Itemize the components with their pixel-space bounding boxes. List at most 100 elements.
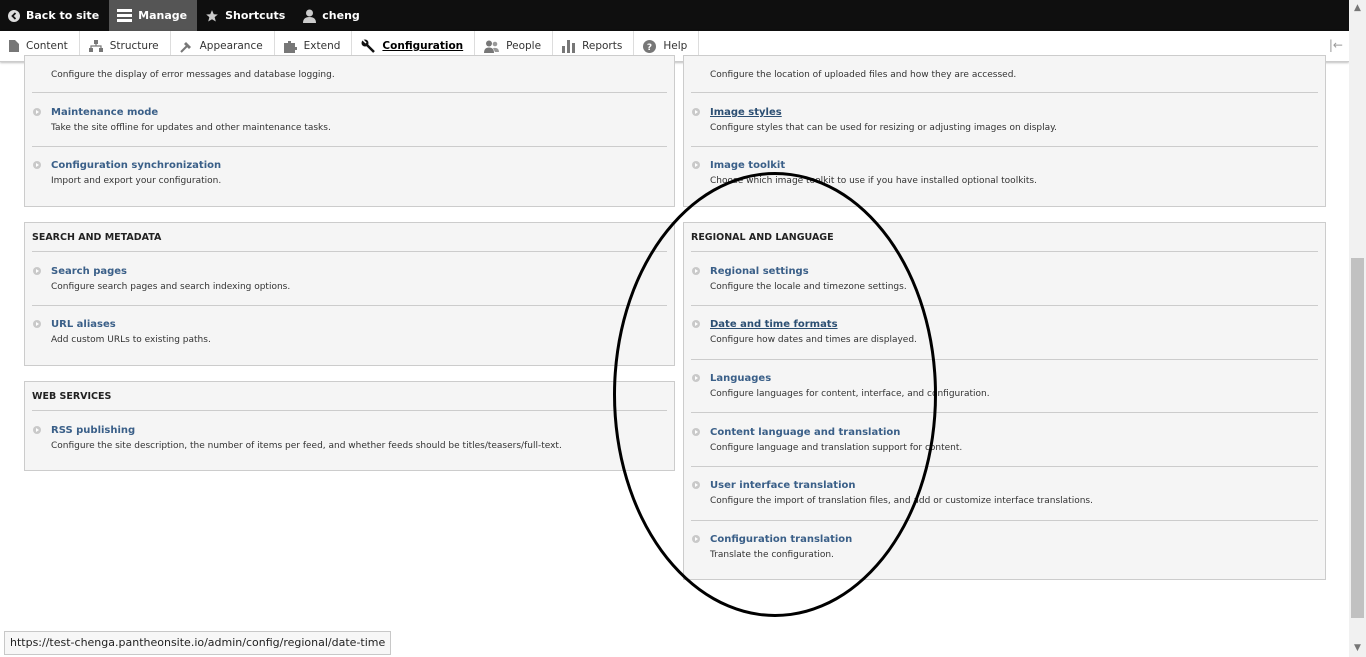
chevron-bullet-icon — [33, 320, 41, 328]
item-description: Configure search pages and search indexi… — [51, 282, 291, 292]
chevron-bullet-icon — [692, 374, 700, 382]
regional-settings-link[interactable]: Regional settings — [710, 266, 809, 277]
chevron-bullet-icon — [33, 426, 41, 434]
tray-item-label: Configuration — [382, 40, 464, 52]
shortcuts-label: Shortcuts — [225, 9, 286, 22]
panel-development: Configure the display of error messages … — [24, 55, 675, 207]
back-arrow-icon — [8, 9, 20, 22]
item-description: Import and export your configuration. — [51, 176, 222, 186]
scroll-down-arrow-icon[interactable]: ▼ — [1349, 640, 1366, 657]
people-icon — [484, 40, 500, 53]
chevron-bullet-icon — [692, 535, 700, 543]
panel-title: SEARCH AND METADATA — [32, 232, 162, 243]
item-description: Configure language and translation suppo… — [710, 443, 963, 453]
wrench-icon — [361, 39, 376, 53]
hamburger-icon — [117, 9, 133, 22]
tray-item-label: People — [506, 40, 542, 52]
item-description: Configure the display of error messages … — [51, 70, 335, 80]
chevron-bullet-icon — [692, 481, 700, 489]
user-label: cheng — [322, 9, 360, 22]
rss-publishing-link[interactable]: RSS publishing — [51, 425, 135, 436]
list-item: Content language and translation Configu… — [692, 427, 1317, 457]
extend-icon — [283, 40, 297, 53]
status-bar-url: https://test-chenga.pantheonsite.io/admi… — [4, 631, 392, 655]
panel-title: REGIONAL AND LANGUAGE — [691, 232, 834, 243]
maintenance-mode-link[interactable]: Maintenance mode — [51, 107, 158, 118]
search-pages-link[interactable]: Search pages — [51, 266, 127, 277]
list-item: RSS publishing Configure the site descri… — [33, 425, 666, 455]
reports-icon — [562, 39, 576, 53]
list-item: Date and time formats Configure how date… — [692, 319, 1317, 349]
tray-orientation-toggle-icon[interactable]: |← — [1329, 38, 1343, 52]
chevron-bullet-icon — [692, 428, 700, 436]
scroll-up-arrow-icon[interactable]: ▲ — [1349, 0, 1366, 17]
panel-web-services: WEB SERVICES RSS publishing Configure th… — [24, 381, 675, 471]
tray-item-label: Structure — [109, 40, 159, 52]
list-item: Search pages Configure search pages and … — [33, 266, 666, 296]
item-description: Choose which image toolkit to use if you… — [710, 176, 1037, 186]
chevron-bullet-icon — [692, 108, 700, 116]
configuration-synchronization-link[interactable]: Configuration synchronization — [51, 160, 221, 171]
panel-title: WEB SERVICES — [32, 391, 112, 402]
chevron-bullet-icon — [692, 161, 700, 169]
url-aliases-link[interactable]: URL aliases — [51, 319, 116, 330]
user-interface-translation-link[interactable]: User interface translation — [710, 480, 856, 491]
manage-label: Manage — [138, 9, 188, 22]
chevron-bullet-icon — [692, 320, 700, 328]
tray-item-label: Reports — [582, 40, 623, 52]
image-styles-link[interactable]: Image styles — [710, 107, 782, 118]
panel-media: Configure the location of uploaded files… — [683, 55, 1326, 207]
user-icon — [303, 9, 317, 23]
item-description: Translate the configuration. — [710, 550, 834, 560]
image-toolkit-link[interactable]: Image toolkit — [710, 160, 785, 171]
list-item: User interface translation Configure the… — [692, 480, 1317, 510]
star-icon — [206, 9, 218, 22]
item-description: Configure styles that can be used for re… — [710, 123, 1058, 133]
shortcuts-tab[interactable]: Shortcuts — [197, 0, 295, 31]
content-icon — [9, 40, 19, 52]
vertical-scrollbar[interactable]: ▲ ▼ — [1349, 0, 1366, 657]
list-item: Languages Configure languages for conten… — [692, 373, 1317, 403]
back-to-site-link[interactable]: Back to site — [0, 0, 109, 31]
help-icon: ? — [643, 39, 657, 53]
list-item: Regional settings Configure the locale a… — [692, 266, 1317, 296]
tray-item-label: Help — [663, 40, 688, 52]
user-tab[interactable]: cheng — [295, 0, 370, 31]
item-description: Configure the location of uploaded files… — [710, 70, 1017, 80]
item-description: Configure the site description, the numb… — [51, 441, 562, 451]
panel-search-metadata: SEARCH AND METADATA Search pages Configu… — [24, 222, 675, 366]
item-description: Configure languages for content, interfa… — [710, 389, 990, 399]
tray-item-label: Extend — [303, 40, 341, 52]
svg-text:?: ? — [647, 43, 652, 53]
list-item: Configure the display of error messages … — [33, 56, 666, 86]
content-language-translation-link[interactable]: Content language and translation — [710, 427, 900, 438]
item-description: Take the site offline for updates and ot… — [51, 123, 331, 133]
list-item: URL aliases Add custom URLs to existing … — [33, 319, 666, 349]
item-description: Add custom URLs to existing paths. — [51, 335, 211, 345]
list-item: Maintenance mode Take the site offline f… — [33, 107, 666, 137]
scrollbar-thumb[interactable] — [1351, 258, 1364, 618]
date-time-formats-link[interactable]: Date and time formats — [710, 319, 838, 330]
appearance-icon — [179, 41, 191, 53]
item-description: Configure how dates and times are displa… — [710, 335, 917, 345]
chevron-bullet-icon — [33, 108, 41, 116]
list-item: Image styles Configure styles that can b… — [692, 107, 1317, 137]
list-item: Configuration synchronization Import and… — [33, 160, 666, 190]
tray-item-label: Content — [26, 40, 68, 52]
admin-toolbar: Back to site Manage Shortcuts cheng — [0, 0, 1349, 31]
item-description: Configure the import of translation file… — [710, 496, 1093, 506]
tray-item-label: Appearance — [199, 40, 263, 52]
languages-link[interactable]: Languages — [710, 373, 771, 384]
manage-tab[interactable]: Manage — [109, 0, 198, 31]
list-item: Image toolkit Choose which image toolkit… — [692, 160, 1317, 190]
back-to-site-label: Back to site — [26, 9, 100, 22]
item-description: Configure the locale and timezone settin… — [710, 282, 907, 292]
chevron-bullet-icon — [33, 267, 41, 275]
configuration-translation-link[interactable]: Configuration translation — [710, 534, 852, 545]
chevron-bullet-icon — [33, 161, 41, 169]
chevron-bullet-icon — [692, 267, 700, 275]
list-item: Configuration translation Translate the … — [692, 534, 1317, 564]
list-item: Configure the location of uploaded files… — [692, 56, 1317, 86]
panel-regional-language: REGIONAL AND LANGUAGE Regional settings … — [683, 222, 1326, 580]
structure-icon — [88, 40, 103, 52]
